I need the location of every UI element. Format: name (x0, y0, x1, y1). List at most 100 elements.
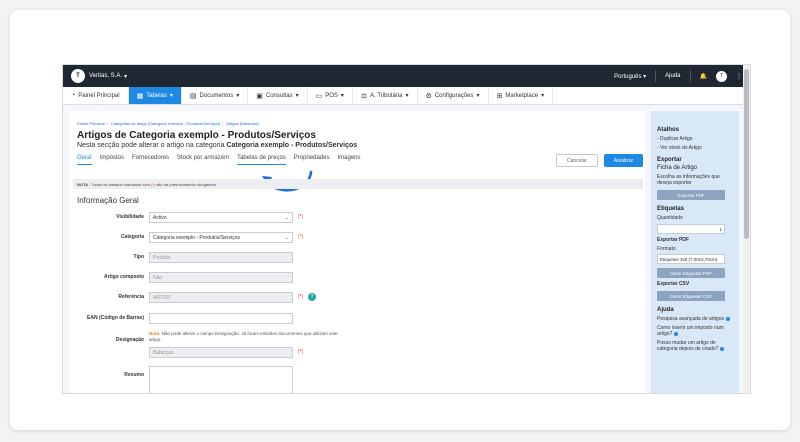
chevron-down-icon: ⌄ (284, 234, 289, 241)
designation-field: Balanças (149, 347, 293, 358)
avatar[interactable]: T (716, 70, 727, 82)
marketplace-icon: ⊞ (496, 92, 503, 100)
page-subtitle: Nesta secção pode alterar o artigo na ca… (77, 142, 358, 149)
tab-impostos[interactable]: Impostos (100, 155, 124, 165)
tab-stock-armazem[interactable]: Stock por armazém (177, 155, 229, 165)
generate-labels-pdf-button[interactable]: Gerar Etiquetas PDF (657, 268, 725, 278)
required-marker: (*) (298, 214, 304, 220)
sidebar-heading: Ajuda (657, 307, 674, 313)
quantity-label: Quantidade (657, 215, 683, 221)
export-csv-heading: Exportar CSV (657, 281, 690, 287)
info-icon (674, 331, 679, 336)
tab-tabelas-precos[interactable]: Tabelas de preços (237, 155, 286, 165)
documents-icon: ▤ (189, 92, 197, 100)
designation-note: Nota: Não pode alterar o campo Designaçã… (149, 331, 338, 342)
chevron-down-icon: ⌄ (284, 214, 289, 221)
language-selector[interactable]: Português ▾ (614, 73, 646, 80)
tab-fornecedores[interactable]: Fornecedores (132, 155, 169, 165)
breadcrumb-item[interactable]: Categorias de artigo (Categoria exemplo … (111, 121, 220, 126)
composite-field: Não (149, 272, 293, 283)
duplicate-article-link[interactable]: - Duplicar Artigo (657, 136, 733, 142)
bell-icon[interactable]: 🔔 (700, 73, 707, 80)
format-label: Formato (657, 246, 676, 252)
format-select[interactable]: Etiquetas 3x8 (7,00x3,70cm) (657, 254, 725, 264)
type-field: Produto (149, 252, 293, 263)
form-row-tipo: Tipo Produto (69, 252, 369, 264)
help-link[interactable]: Como inserir um imposto num artigo? (657, 325, 733, 337)
nav-painel-principal[interactable]: ◔ Painel Principal (63, 87, 129, 104)
ean-input[interactable] (149, 313, 293, 324)
export-pdf-button[interactable]: Exportar PDF (657, 190, 725, 200)
tax-icon: ⚖ (360, 92, 368, 100)
reference-field: ART007 (149, 292, 293, 303)
dashboard-icon: ◔ (71, 92, 76, 99)
tab-imagens[interactable]: Imagens (337, 155, 360, 165)
breadcrumb-item[interactable]: Painel Principal (77, 121, 105, 126)
tab-propriedades[interactable]: Propriedades (294, 155, 330, 165)
top-bar: T Veritas, S.A. ▾ Português ▾ Ajuda 🔔 T … (63, 65, 750, 87)
sidebar-heading: Etiquetas (657, 206, 685, 212)
more-options-icon[interactable]: ⋮ (736, 73, 742, 80)
pos-icon: ▭ (315, 92, 323, 100)
quantity-input[interactable]: 1 (657, 224, 725, 234)
right-sidebar: Atalhos - Duplicar Artigo - Ver stock do… (651, 111, 739, 393)
nav-pos[interactable]: ▭ POS ▾ (308, 87, 353, 104)
field-label: Artigo composto (104, 274, 144, 280)
export-pdf-heading: Exportar PDF (657, 237, 689, 243)
info-icon (720, 346, 725, 351)
help-link[interactable]: Pesquisa avançada de artigos (657, 316, 733, 322)
form-row-resumo: Resumo (69, 366, 369, 393)
company-name: Veritas, S.A. (89, 73, 123, 79)
generate-labels-csv-button[interactable]: Gerar Etiquetas CSV (657, 291, 725, 301)
nav-a-tributaria[interactable]: ⚖ A. Tributária ▾ (353, 87, 418, 104)
field-label: Resumo (124, 372, 144, 378)
chevron-down-icon: ▾ (124, 73, 128, 80)
company-logo: T (71, 69, 85, 83)
app-window: T Veritas, S.A. ▾ Português ▾ Ajuda 🔔 T … (62, 64, 751, 394)
sidebar-heading: Atalhos (657, 127, 680, 133)
field-label: Tipo (133, 254, 144, 260)
tab-geral[interactable]: Geral (77, 155, 92, 165)
scrollbar[interactable] (743, 65, 750, 393)
tab-bar: Geral Impostos Fornecedores Stock por ar… (77, 155, 361, 165)
visibility-select[interactable]: Activo ⌄ (149, 212, 293, 223)
field-label: Categoria (120, 234, 144, 240)
form-row-visibilidade: Visibilidade Activo ⌄ (*) (69, 212, 369, 224)
field-label: Visibilidade (116, 214, 144, 220)
export-description: Escolha as informações que deseja export… (657, 174, 720, 186)
sidebar-heading: Exportar (657, 157, 682, 163)
nav-configuracoes[interactable]: ⚙ Configurações ▾ (418, 87, 489, 104)
field-label: Designação (115, 337, 144, 343)
required-marker: (*) (298, 294, 304, 300)
form-row-referencia: Referência ART007 (*) ? (69, 292, 369, 304)
nav-marketplace[interactable]: ⊞ Marketplace ▾ (489, 87, 554, 104)
nav-documentos[interactable]: ▤ Documentos ▾ (182, 87, 249, 104)
sidebar-subheading: Ficha de Artigo (657, 165, 698, 171)
help-link[interactable]: Posso mudar um artigo de categoria depoi… (657, 340, 733, 352)
form-row-categoria: Categoria Categoria exemplo - Produtos/S… (69, 232, 369, 244)
nav-consultas[interactable]: ▣ Consultas ▾ (248, 87, 308, 104)
queries-icon: ▣ (256, 92, 263, 100)
settings-icon: ⚙ (425, 92, 432, 100)
company-selector[interactable]: Veritas, S.A. ▾ (89, 73, 127, 80)
required-fields-note: NOTA : Todos os campos marcados com (*) … (73, 179, 643, 189)
help-icon[interactable]: ? (308, 293, 316, 301)
scrollbar-thumb[interactable] (744, 69, 749, 239)
cancel-button[interactable]: Cancelar (556, 154, 598, 167)
view-stock-link[interactable]: - Ver stock do Artigo (657, 145, 733, 151)
field-label: EAN (Código de Barras) (87, 315, 144, 321)
help-link[interactable]: Ajuda (665, 73, 680, 79)
summary-textarea[interactable] (149, 366, 293, 393)
required-marker: (*) (298, 234, 304, 240)
form-row-composto: Artigo composto Não (69, 272, 369, 284)
required-marker: (*) (298, 349, 304, 355)
nav-tabelas[interactable]: ▦ Tabelas ▾ (128, 87, 182, 104)
page-title: Artigos de Categoria exemplo - Produtos/… (77, 130, 316, 141)
info-icon (726, 316, 730, 321)
update-button[interactable]: Atualizar (604, 154, 643, 167)
screenshot-frame: T Veritas, S.A. ▾ Português ▾ Ajuda 🔔 T … (10, 10, 790, 430)
breadcrumb-item[interactable]: Artigos (Balanças) (226, 121, 259, 126)
main-content: Painel Principal / Categorias de artigo (… (69, 111, 645, 393)
category-select[interactable]: Categoria exemplo - Produtos/Serviços ⌄ (149, 232, 293, 243)
main-nav: ◔ Painel Principal ▦ Tabelas ▾ ▤ Documentos… (63, 87, 750, 105)
